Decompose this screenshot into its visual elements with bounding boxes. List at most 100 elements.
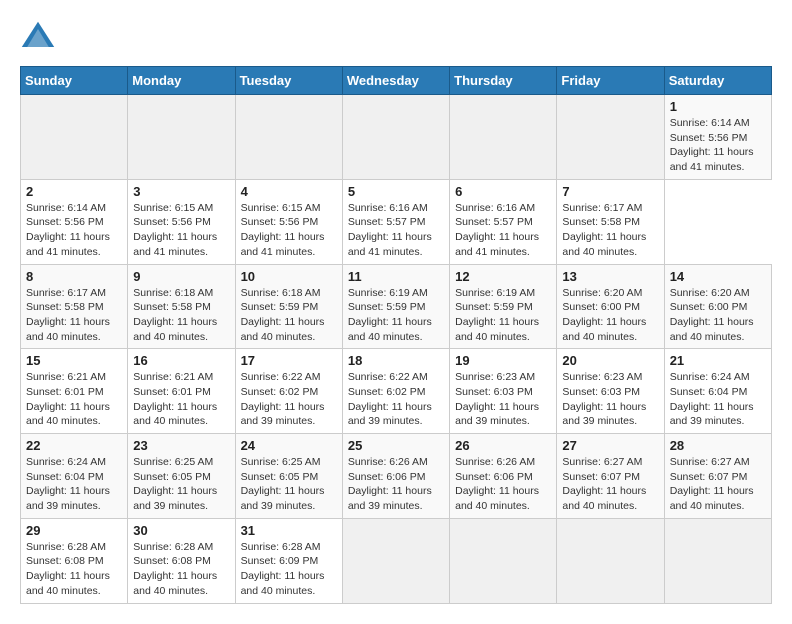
calendar-table: SundayMondayTuesdayWednesdayThursdayFrid… bbox=[20, 66, 772, 604]
day-info: Sunrise: 6:21 AMSunset: 6:01 PMDaylight:… bbox=[26, 370, 122, 429]
calendar-day: 9 Sunrise: 6:18 AMSunset: 5:58 PMDaylight… bbox=[128, 264, 235, 349]
day-number: 22 bbox=[26, 438, 122, 453]
empty-cell bbox=[664, 518, 771, 603]
day-info: Sunrise: 6:15 AMSunset: 5:56 PMDaylight:… bbox=[133, 201, 229, 260]
day-info: Sunrise: 6:23 AMSunset: 6:03 PMDaylight:… bbox=[562, 370, 658, 429]
calendar-day: 12 Sunrise: 6:19 AMSunset: 5:59 PMDayligh… bbox=[450, 264, 557, 349]
header-day-sunday: Sunday bbox=[21, 67, 128, 95]
day-info: Sunrise: 6:14 AMSunset: 5:56 PMDaylight:… bbox=[670, 116, 766, 175]
calendar-day: 27Sunrise: 6:27 AMSunset: 6:07 PMDayligh… bbox=[557, 434, 664, 519]
calendar-day: 30 Sunrise: 6:28 AMSunset: 6:08 PMDayligh… bbox=[128, 518, 235, 603]
day-info: Sunrise: 6:16 AMSunset: 5:57 PMDaylight:… bbox=[455, 201, 551, 260]
day-info: Sunrise: 6:24 AMSunset: 6:04 PMDaylight:… bbox=[670, 370, 766, 429]
calendar-day: 29 Sunrise: 6:28 AMSunset: 6:08 PMDayligh… bbox=[21, 518, 128, 603]
day-info: Sunrise: 6:23 AMSunset: 6:03 PMDaylight:… bbox=[455, 370, 551, 429]
empty-cell bbox=[128, 95, 235, 180]
day-number: 30 bbox=[133, 523, 229, 538]
page-header bbox=[20, 20, 772, 56]
day-number: 17 bbox=[241, 353, 337, 368]
calendar-day: 31 Sunrise: 6:28 AMSunset: 6:09 PMDayligh… bbox=[235, 518, 342, 603]
day-info: Sunrise: 6:17 AMSunset: 5:58 PMDaylight:… bbox=[562, 201, 658, 260]
header-day-friday: Friday bbox=[557, 67, 664, 95]
calendar-day: 13 Sunrise: 6:20 AMSunset: 6:00 PMDayligh… bbox=[557, 264, 664, 349]
calendar-day: 20 Sunrise: 6:23 AMSunset: 6:03 PMDayligh… bbox=[557, 349, 664, 434]
day-number: 2 bbox=[26, 184, 122, 199]
day-number: 12 bbox=[455, 269, 551, 284]
day-info: Sunrise: 6:16 AMSunset: 5:57 PMDaylight:… bbox=[348, 201, 444, 260]
day-number: 16 bbox=[133, 353, 229, 368]
header-day-saturday: Saturday bbox=[664, 67, 771, 95]
day-number: 5 bbox=[348, 184, 444, 199]
calendar-row: 22Sunrise: 6:24 AMSunset: 6:04 PMDayligh… bbox=[21, 434, 772, 519]
day-info: Sunrise: 6:18 AMSunset: 5:59 PMDaylight:… bbox=[241, 286, 337, 345]
day-info: Sunrise: 6:26 AMSunset: 6:06 PMDaylight:… bbox=[455, 455, 551, 514]
calendar-body: 1 Sunrise: 6:14 AMSunset: 5:56 PMDaylight… bbox=[21, 95, 772, 604]
calendar-day: 17 Sunrise: 6:22 AMSunset: 6:02 PMDayligh… bbox=[235, 349, 342, 434]
empty-cell bbox=[450, 518, 557, 603]
day-number: 26 bbox=[455, 438, 551, 453]
calendar-row: 29 Sunrise: 6:28 AMSunset: 6:08 PMDayligh… bbox=[21, 518, 772, 603]
day-number: 4 bbox=[241, 184, 337, 199]
day-number: 8 bbox=[26, 269, 122, 284]
day-number: 19 bbox=[455, 353, 551, 368]
day-number: 10 bbox=[241, 269, 337, 284]
day-info: Sunrise: 6:25 AMSunset: 6:05 PMDaylight:… bbox=[241, 455, 337, 514]
day-number: 28 bbox=[670, 438, 766, 453]
day-number: 27 bbox=[562, 438, 658, 453]
day-number: 24 bbox=[241, 438, 337, 453]
empty-cell bbox=[235, 95, 342, 180]
calendar-row: 8Sunrise: 6:17 AMSunset: 5:58 PMDaylight… bbox=[21, 264, 772, 349]
day-number: 21 bbox=[670, 353, 766, 368]
calendar-day: 18 Sunrise: 6:22 AMSunset: 6:02 PMDayligh… bbox=[342, 349, 449, 434]
day-info: Sunrise: 6:28 AMSunset: 6:08 PMDaylight:… bbox=[26, 540, 122, 599]
empty-cell bbox=[557, 95, 664, 180]
day-info: Sunrise: 6:15 AMSunset: 5:56 PMDaylight:… bbox=[241, 201, 337, 260]
empty-cell bbox=[342, 95, 449, 180]
day-info: Sunrise: 6:19 AMSunset: 5:59 PMDaylight:… bbox=[348, 286, 444, 345]
calendar-day: 16Sunrise: 6:21 AMSunset: 6:01 PMDayligh… bbox=[128, 349, 235, 434]
day-number: 13 bbox=[562, 269, 658, 284]
calendar-row: 2Sunrise: 6:14 AMSunset: 5:56 PMDaylight… bbox=[21, 179, 772, 264]
day-info: Sunrise: 6:28 AMSunset: 6:09 PMDaylight:… bbox=[241, 540, 337, 599]
day-info: Sunrise: 6:20 AMSunset: 6:00 PMDaylight:… bbox=[670, 286, 766, 345]
day-number: 15 bbox=[26, 353, 122, 368]
day-number: 23 bbox=[133, 438, 229, 453]
logo bbox=[20, 20, 62, 56]
day-info: Sunrise: 6:22 AMSunset: 6:02 PMDaylight:… bbox=[241, 370, 337, 429]
day-info: Sunrise: 6:20 AMSunset: 6:00 PMDaylight:… bbox=[562, 286, 658, 345]
day-number: 9 bbox=[133, 269, 229, 284]
day-info: Sunrise: 6:22 AMSunset: 6:02 PMDaylight:… bbox=[348, 370, 444, 429]
calendar-day: 2Sunrise: 6:14 AMSunset: 5:56 PMDaylight… bbox=[21, 179, 128, 264]
calendar-day: 6 Sunrise: 6:16 AMSunset: 5:57 PMDaylight… bbox=[450, 179, 557, 264]
header-day-monday: Monday bbox=[128, 67, 235, 95]
day-number: 6 bbox=[455, 184, 551, 199]
day-number: 11 bbox=[348, 269, 444, 284]
calendar-day: 1 Sunrise: 6:14 AMSunset: 5:56 PMDaylight… bbox=[664, 95, 771, 180]
calendar-day: 14Sunrise: 6:20 AMSunset: 6:00 PMDayligh… bbox=[664, 264, 771, 349]
header-row: SundayMondayTuesdayWednesdayThursdayFrid… bbox=[21, 67, 772, 95]
header-day-thursday: Thursday bbox=[450, 67, 557, 95]
day-info: Sunrise: 6:19 AMSunset: 5:59 PMDaylight:… bbox=[455, 286, 551, 345]
day-info: Sunrise: 6:25 AMSunset: 6:05 PMDaylight:… bbox=[133, 455, 229, 514]
day-info: Sunrise: 6:18 AMSunset: 5:58 PMDaylight:… bbox=[133, 286, 229, 345]
calendar-day: 28 Sunrise: 6:27 AMSunset: 6:07 PMDayligh… bbox=[664, 434, 771, 519]
day-number: 29 bbox=[26, 523, 122, 538]
day-number: 31 bbox=[241, 523, 337, 538]
day-number: 18 bbox=[348, 353, 444, 368]
calendar-day: 19 Sunrise: 6:23 AMSunset: 6:03 PMDayligh… bbox=[450, 349, 557, 434]
calendar-day: 5 Sunrise: 6:16 AMSunset: 5:57 PMDaylight… bbox=[342, 179, 449, 264]
calendar-day: 4 Sunrise: 6:15 AMSunset: 5:56 PMDaylight… bbox=[235, 179, 342, 264]
calendar-day: 8Sunrise: 6:17 AMSunset: 5:58 PMDaylight… bbox=[21, 264, 128, 349]
day-info: Sunrise: 6:26 AMSunset: 6:06 PMDaylight:… bbox=[348, 455, 444, 514]
calendar-row: 15 Sunrise: 6:21 AMSunset: 6:01 PMDayligh… bbox=[21, 349, 772, 434]
header-day-tuesday: Tuesday bbox=[235, 67, 342, 95]
day-number: 1 bbox=[670, 99, 766, 114]
day-info: Sunrise: 6:27 AMSunset: 6:07 PMDaylight:… bbox=[670, 455, 766, 514]
calendar-day: 25Sunrise: 6:26 AMSunset: 6:06 PMDayligh… bbox=[342, 434, 449, 519]
calendar-day: 7Sunrise: 6:17 AMSunset: 5:58 PMDaylight… bbox=[557, 179, 664, 264]
day-number: 20 bbox=[562, 353, 658, 368]
calendar-row: 1 Sunrise: 6:14 AMSunset: 5:56 PMDaylight… bbox=[21, 95, 772, 180]
empty-cell bbox=[557, 518, 664, 603]
day-info: Sunrise: 6:28 AMSunset: 6:08 PMDaylight:… bbox=[133, 540, 229, 599]
empty-cell bbox=[342, 518, 449, 603]
